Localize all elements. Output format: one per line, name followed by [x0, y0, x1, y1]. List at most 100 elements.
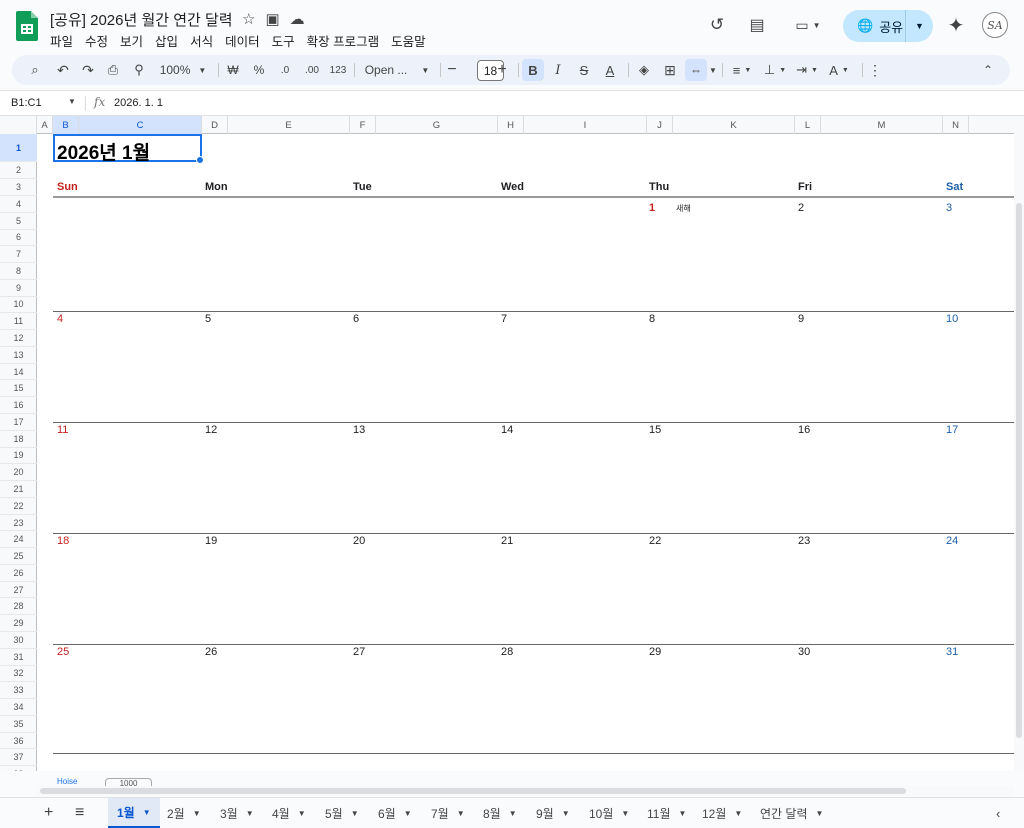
chevron-down-icon[interactable]: ▼: [246, 809, 254, 818]
bold-button[interactable]: B: [522, 59, 544, 81]
vertical-align-icon[interactable]: ⊥ ▼: [760, 55, 790, 85]
row-header-34[interactable]: 34: [0, 699, 37, 716]
row-header-14[interactable]: 14: [0, 364, 37, 381]
sheet-tab-4[interactable]: 4월 ▼: [272, 798, 306, 828]
column-header-H[interactable]: H: [498, 116, 524, 134]
row-header-31[interactable]: 31: [0, 649, 37, 666]
row-header-35[interactable]: 35: [0, 716, 37, 733]
menu-item-4[interactable]: 서식: [190, 31, 213, 50]
column-header-M[interactable]: M: [821, 116, 943, 134]
row-header-13[interactable]: 13: [0, 347, 37, 364]
merge-cells-icon[interactable]: ⇔: [685, 59, 707, 81]
horizontal-align-icon[interactable]: ≡ ▼: [726, 55, 758, 85]
chevron-down-icon[interactable]: ▼: [679, 809, 687, 818]
decrease-font-size-button[interactable]: −: [444, 55, 460, 85]
row-header-1[interactable]: 1: [0, 134, 37, 162]
chevron-down-icon[interactable]: ▼: [404, 809, 412, 818]
row-header-4[interactable]: 4: [0, 196, 37, 213]
chevron-down-icon[interactable]: ▼: [562, 809, 570, 818]
sheet-tab-8[interactable]: 8월 ▼: [483, 798, 517, 828]
move-folder-icon[interactable]: ▣: [265, 10, 279, 28]
decrease-decimal-button[interactable]: .0: [274, 55, 296, 85]
menu-item-1[interactable]: 수정: [85, 31, 108, 50]
row-header-18[interactable]: 18: [0, 431, 37, 448]
column-header-N[interactable]: N: [943, 116, 969, 134]
horizontal-scroll-thumb[interactable]: [40, 788, 906, 794]
sheet-tab-9[interactable]: 9월 ▼: [536, 798, 570, 828]
chevron-down-icon[interactable]: ▼: [457, 809, 465, 818]
row-header-5[interactable]: 5: [0, 213, 37, 230]
scroll-tabs-left-icon[interactable]: ‹: [996, 798, 1000, 828]
number-format-button[interactable]: 123: [328, 55, 348, 85]
sheet-grid[interactable]: ABCDEFGHIJKLMN 1 2 3 4 5 6 7 8 9 10 11 12 13 14 15 16 17…: [0, 116, 1014, 771]
undo-icon[interactable]: ↶: [54, 55, 72, 85]
name-box-dropdown-icon[interactable]: ▼: [68, 97, 76, 106]
chevron-down-icon[interactable]: ▼: [621, 809, 629, 818]
menu-item-2[interactable]: 보기: [120, 31, 143, 50]
row-header-16[interactable]: 16: [0, 397, 37, 414]
column-header-C[interactable]: C: [79, 116, 202, 134]
sheets-logo[interactable]: [16, 11, 38, 41]
redo-icon[interactable]: ↷: [79, 55, 97, 85]
column-header-G[interactable]: G: [376, 116, 498, 134]
row-header-11[interactable]: 11: [0, 313, 37, 331]
text-color-button[interactable]: A: [600, 55, 620, 85]
row-header-15[interactable]: 15: [0, 380, 37, 398]
comments-icon[interactable]: ▤: [746, 10, 768, 40]
sheet-tab-5[interactable]: 5월 ▼: [325, 798, 359, 828]
row-header-2[interactable]: 2: [0, 162, 37, 179]
row-header-28[interactable]: 28: [0, 598, 37, 616]
row-header-9[interactable]: 9: [0, 280, 37, 297]
row-header-10[interactable]: 10: [0, 297, 37, 314]
row-header-37[interactable]: 37: [0, 749, 37, 767]
more-options-icon[interactable]: ⋮: [868, 55, 882, 85]
row-header-26[interactable]: 26: [0, 565, 37, 582]
sheet-tab-13[interactable]: 연간 달력 ▼: [760, 798, 823, 828]
row-header-7[interactable]: 7: [0, 246, 37, 264]
increase-font-size-button[interactable]: +: [494, 55, 510, 85]
search-icon[interactable]: ⌕: [26, 55, 44, 85]
share-dropdown-icon[interactable]: ▼: [905, 10, 933, 42]
sheet-tab-11[interactable]: 11월 ▼: [647, 798, 686, 828]
menu-item-5[interactable]: 데이터: [225, 31, 260, 50]
row-header-23[interactable]: 23: [0, 515, 37, 532]
menu-item-7[interactable]: 확장 프로그램: [307, 31, 379, 50]
text-rotation-icon[interactable]: A ▼: [824, 55, 854, 85]
select-all-corner[interactable]: [0, 116, 37, 134]
menu-item-8[interactable]: 도움말: [391, 31, 426, 50]
meet-icon[interactable]: ▭ ▼: [790, 10, 826, 40]
row-header-12[interactable]: 12: [0, 330, 37, 347]
column-header-E[interactable]: E: [228, 116, 350, 134]
chevron-down-icon[interactable]: ▼: [734, 809, 742, 818]
font-select[interactable]: Open ... ▼: [362, 55, 432, 85]
strikethrough-button[interactable]: S: [574, 55, 594, 85]
menu-item-6[interactable]: 도구: [272, 31, 295, 50]
row-header-27[interactable]: 27: [0, 582, 37, 599]
sheet-tab-12[interactable]: 12월 ▼: [702, 798, 742, 828]
column-header-B[interactable]: B: [53, 116, 79, 134]
row-header-20[interactable]: 20: [0, 464, 37, 482]
sheet-tab-6[interactable]: 6월 ▼: [378, 798, 412, 828]
row-header-29[interactable]: 29: [0, 615, 37, 633]
row-header-33[interactable]: 33: [0, 682, 37, 700]
sheet-tab-3[interactable]: 3월 ▼: [220, 798, 254, 828]
column-header-L[interactable]: L: [795, 116, 821, 134]
vertical-scroll-thumb[interactable]: [1016, 203, 1022, 738]
star-icon[interactable]: ☆: [242, 10, 255, 28]
row-header-22[interactable]: 22: [0, 498, 37, 515]
row-header-38[interactable]: 38: [0, 766, 37, 771]
gemini-icon[interactable]: ✦: [944, 10, 968, 40]
menu-item-0[interactable]: 파일: [50, 31, 73, 50]
history-icon[interactable]: ↺: [706, 10, 728, 40]
sheet-tab-2[interactable]: 2월 ▼: [167, 798, 201, 828]
chevron-down-icon[interactable]: ▼: [509, 809, 517, 818]
row-header-36[interactable]: 36: [0, 733, 37, 750]
all-sheets-icon[interactable]: ≡: [75, 798, 84, 828]
increase-decimal-button[interactable]: .00: [300, 55, 324, 85]
row-header-3[interactable]: 3: [0, 179, 37, 196]
row-header-32[interactable]: 32: [0, 666, 37, 683]
share-button[interactable]: 🌐 공유 ▼: [843, 10, 933, 42]
row-header-19[interactable]: 19: [0, 448, 37, 465]
column-header-J[interactable]: J: [647, 116, 673, 134]
row-header-8[interactable]: 8: [0, 263, 37, 280]
